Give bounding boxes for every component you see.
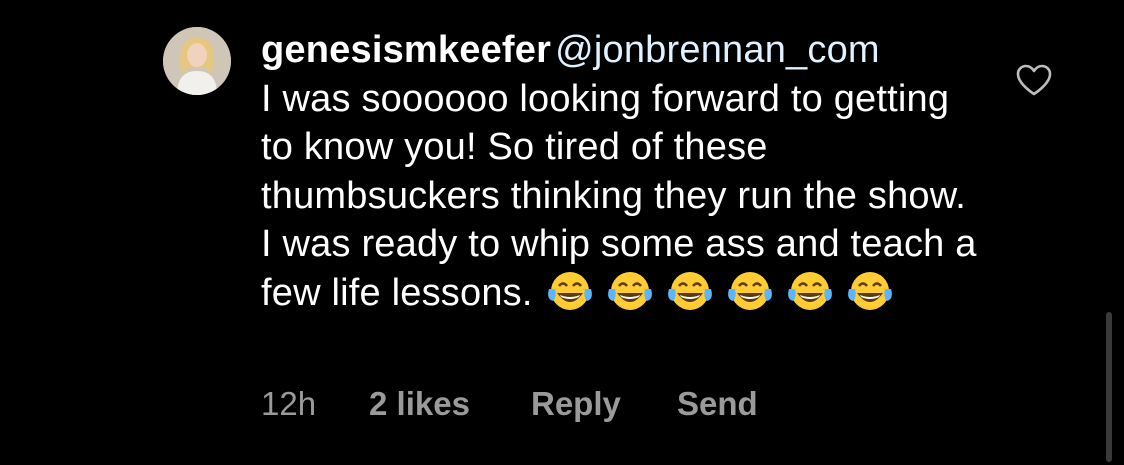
scrollbar[interactable]	[1106, 312, 1112, 462]
reply-button[interactable]: Reply	[531, 385, 677, 423]
avatar[interactable]	[163, 27, 231, 95]
comment-body: genesismkeefer @jonbrennan_com I was sooo…	[261, 26, 981, 317]
send-button[interactable]: Send	[677, 385, 758, 423]
tears-of-joy-emoji-icon	[607, 271, 652, 310]
comment-meta: 12h 2 likes Reply Send	[261, 385, 758, 423]
tears-of-joy-emoji-icon	[847, 271, 892, 310]
comment-mention[interactable]: @jonbrennan_com	[555, 29, 880, 71]
tears-of-joy-emoji-icon	[547, 271, 592, 310]
like-heart-icon[interactable]	[1015, 63, 1053, 97]
likes-count-button[interactable]: 2 likes	[369, 385, 531, 423]
tears-of-joy-emoji-icon	[727, 271, 772, 310]
comment-timestamp: 12h	[261, 385, 317, 422]
tears-of-joy-emoji-icon	[787, 271, 832, 310]
comment-username[interactable]: genesismkeefer	[261, 29, 551, 71]
emoji-row	[545, 269, 905, 313]
tears-of-joy-emoji-icon	[667, 271, 712, 310]
